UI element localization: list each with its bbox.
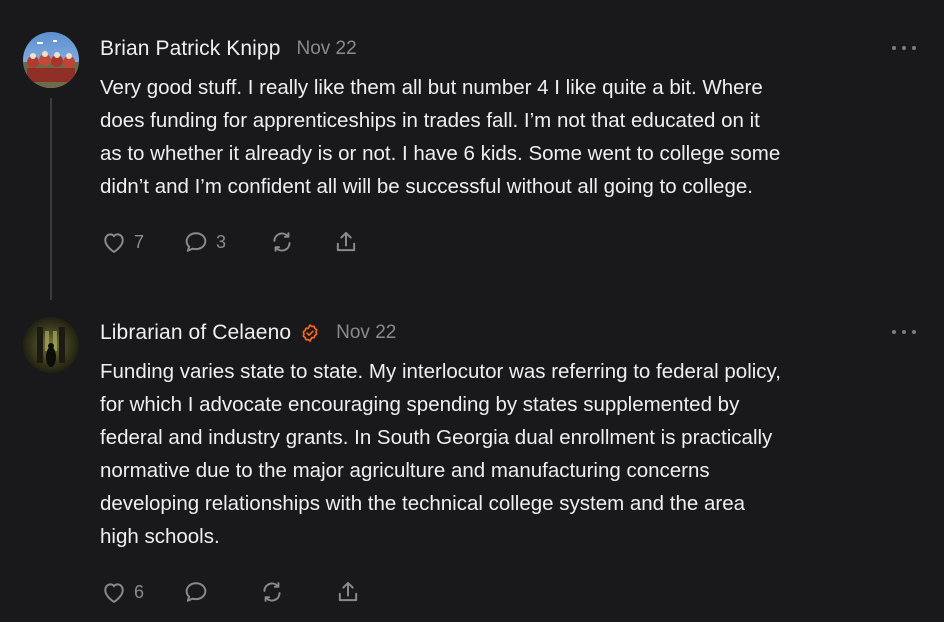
restack-button[interactable]: [258, 578, 286, 606]
share-button[interactable]: [332, 228, 360, 256]
comment: Brian Patrick Knipp Nov 22 Very good stu…: [0, 0, 944, 300]
like-button[interactable]: 7: [100, 228, 144, 256]
restack-arrows-icon: [273, 232, 291, 252]
share-upload-icon: [336, 231, 356, 252]
comment-actions: 6: [100, 577, 362, 607]
ellipsis-icon[interactable]: [892, 327, 916, 337]
share-upload-icon: [338, 581, 358, 602]
reply-button[interactable]: [182, 578, 210, 606]
reply-count: 3: [216, 231, 227, 252]
avatar[interactable]: [23, 32, 79, 88]
comment-header: Librarian of Celaeno Nov 22: [100, 318, 396, 348]
reply-button[interactable]: 3: [182, 228, 226, 256]
comment-actions: 7 3: [100, 227, 360, 257]
like-count: 7: [134, 231, 145, 252]
avatar[interactable]: [23, 317, 79, 373]
thread-line: [50, 98, 52, 300]
heart-icon: [104, 233, 124, 253]
comment-header: Brian Patrick Knipp Nov 22: [100, 34, 357, 64]
comment-body: Very good stuff. I really like them all …: [100, 76, 781, 198]
comment: Librarian of Celaeno Nov 22 Funding vari…: [0, 300, 944, 622]
comment-date[interactable]: Nov 22: [336, 322, 396, 344]
share-button[interactable]: [334, 578, 362, 606]
restack-button[interactable]: [268, 228, 296, 256]
comment-date[interactable]: Nov 22: [296, 38, 356, 60]
ellipsis-icon[interactable]: [892, 43, 916, 53]
author-name[interactable]: Brian Patrick Knipp: [100, 37, 280, 61]
heart-icon: [104, 583, 124, 603]
verified-badge-icon: [300, 323, 320, 343]
speech-bubble-icon: [185, 582, 207, 602]
speech-bubble-icon: [185, 232, 207, 252]
like-button[interactable]: 6: [100, 578, 144, 606]
like-count: 6: [134, 581, 145, 602]
restack-arrows-icon: [263, 582, 281, 602]
author-name[interactable]: Librarian of Celaeno: [100, 321, 291, 345]
comment-body: Funding varies state to state. My interl…: [100, 360, 781, 548]
